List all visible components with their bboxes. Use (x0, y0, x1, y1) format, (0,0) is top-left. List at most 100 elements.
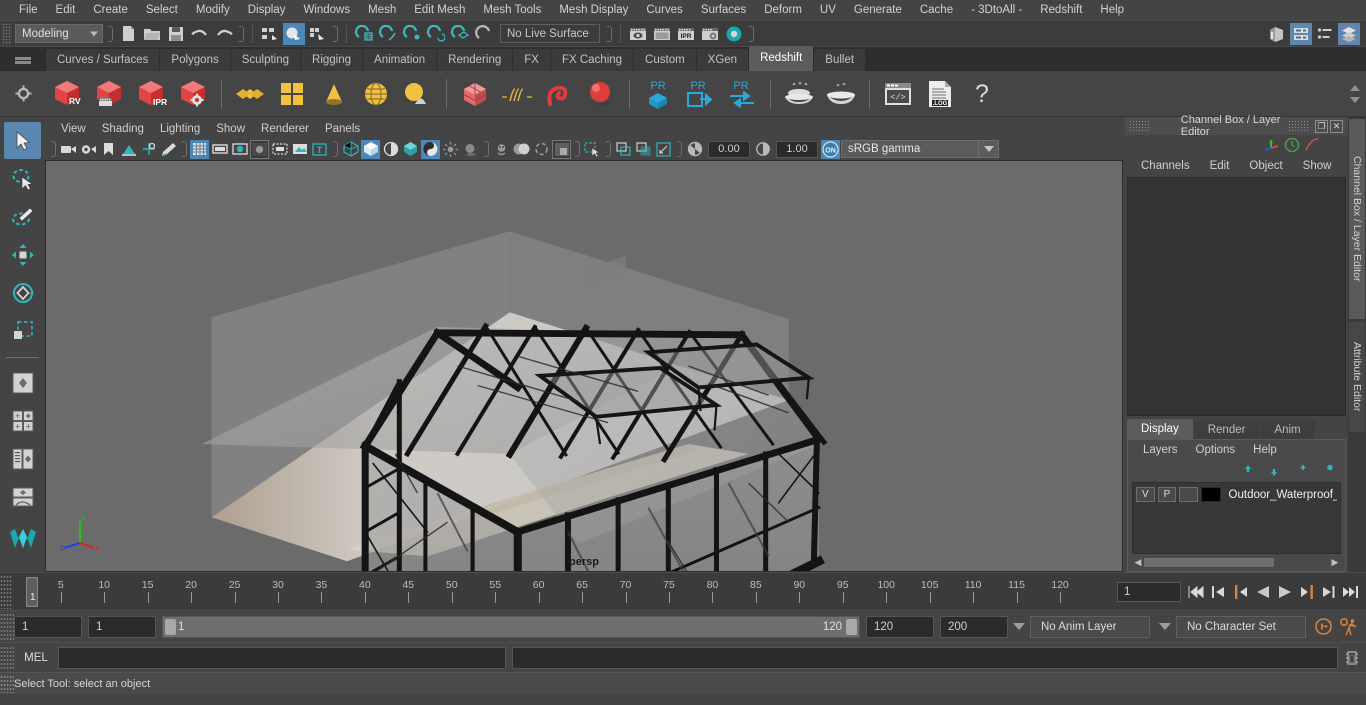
help-icon[interactable]: ? (961, 73, 1003, 115)
range-slider[interactable]: 1 120 (162, 615, 860, 638)
layer-list[interactable]: V P Outdoor_Waterproof_ (1132, 482, 1341, 554)
resolution-gate-icon[interactable] (230, 140, 249, 159)
show-hide-modeling-editors-icon[interactable] (1266, 23, 1288, 45)
layer-playback-toggle[interactable]: P (1157, 487, 1177, 502)
grid-toggle-icon[interactable] (190, 139, 209, 159)
help-line-grip[interactable] (0, 674, 14, 693)
anim-layer-field[interactable]: No Anim Layer (1030, 615, 1150, 638)
redshift-render-view-icon[interactable]: RV (46, 73, 88, 115)
show-hide-tool-settings-icon[interactable] (1314, 23, 1336, 45)
make-live-icon[interactable] (473, 23, 495, 45)
shelf-options-icon[interactable] (0, 85, 46, 102)
polygon-sphere-icon[interactable] (355, 73, 397, 115)
texture-shading-icon[interactable] (401, 140, 420, 159)
undock-icon[interactable]: ❐ (1315, 119, 1328, 133)
menu-item-uv[interactable]: UV (811, 0, 845, 20)
layer-menu-layers[interactable]: Layers (1134, 444, 1187, 456)
range-slider-right-handle[interactable] (846, 618, 857, 635)
pick-walk-icon[interactable] (654, 140, 673, 159)
wireframe-shading-icon[interactable] (341, 140, 360, 159)
panel-menu-panels[interactable]: Panels (317, 123, 368, 135)
lighting-icon[interactable] (441, 140, 460, 159)
panel-menu-renderer[interactable]: Renderer (253, 123, 317, 135)
view-selected-icon[interactable] (614, 140, 633, 159)
redshift-ipr-icon[interactable]: IPR (130, 73, 172, 115)
four-view-layout-button[interactable]: + + + (4, 402, 41, 439)
extrude-edge-icon[interactable] (496, 73, 538, 115)
shelf-scroll-down-icon[interactable] (1350, 96, 1360, 103)
paint-select-tool-button[interactable] (4, 198, 41, 235)
film-gate-icon[interactable] (210, 140, 229, 159)
menu-item-display[interactable]: Display (239, 0, 295, 20)
single-view-layout-button[interactable] (4, 364, 41, 401)
pr-export-icon[interactable]: PR (679, 73, 721, 115)
panel-menu-view[interactable]: View (53, 123, 94, 135)
shelf-tab-xgen[interactable]: XGen (696, 49, 750, 71)
play-forwards-button[interactable] (1275, 582, 1294, 602)
new-scene-icon[interactable] (117, 23, 139, 45)
layer-menu-help[interactable]: Help (1244, 444, 1286, 456)
bookmark-icon[interactable] (99, 140, 118, 159)
playback-end-field[interactable]: 120 (866, 615, 934, 638)
channel-box-content[interactable] (1127, 177, 1346, 416)
play-backwards-button[interactable] (1253, 582, 1272, 602)
add-selected-to-layer-icon[interactable] (1318, 464, 1335, 477)
xray-icon[interactable] (290, 140, 309, 159)
menu-item-file[interactable]: File (10, 0, 47, 20)
shelf-tab-rigging[interactable]: Rigging (301, 49, 364, 71)
shelf-tab-sculpting[interactable]: Sculpting (230, 49, 302, 71)
layer-list-scrollbar[interactable]: ◀ ▶ (1132, 556, 1341, 569)
scale-tool-button[interactable] (4, 312, 41, 349)
pr-proxy-icon[interactable]: PR (637, 73, 679, 115)
exposure-field[interactable]: 0.00 (708, 140, 750, 158)
color-space-dropdown-icon[interactable] (979, 140, 999, 158)
shelf-scroll-arrows[interactable] (1344, 71, 1366, 117)
move-layer-up-icon[interactable] (1240, 464, 1257, 477)
channelbox-menu-show[interactable]: Show (1293, 160, 1342, 172)
command-language-label[interactable]: MEL (14, 652, 58, 664)
layer-shading-toggle[interactable] (1179, 487, 1198, 502)
menu-item-windows[interactable]: Windows (294, 0, 359, 20)
go-to-end-button[interactable] (1341, 582, 1360, 602)
gamma-field[interactable]: 1.00 (776, 140, 818, 158)
select-tool-button[interactable] (4, 122, 41, 159)
panel-menu-shading[interactable]: Shading (94, 123, 152, 135)
layer-visibility-toggle[interactable]: V (1136, 487, 1155, 502)
show-hide-channel-box-icon[interactable] (1338, 22, 1360, 45)
layer-row[interactable]: V P Outdoor_Waterproof_ (1133, 483, 1340, 503)
persp-graph-layout-button[interactable] (4, 478, 41, 515)
add-layer-icon[interactable] (1292, 464, 1309, 477)
camera-settings-icon[interactable] (79, 140, 98, 159)
auto-key-button[interactable] (1310, 617, 1336, 636)
snap-to-point-icon[interactable] (401, 23, 423, 45)
film-gate-mask-icon[interactable] (270, 140, 289, 159)
step-back-button[interactable] (1209, 582, 1228, 602)
shadows-icon[interactable] (461, 140, 480, 159)
animation-start-field[interactable]: 1 (14, 615, 82, 638)
layer-tab-display[interactable]: Display (1127, 419, 1193, 439)
script-editor-button[interactable]: {} (1342, 647, 1362, 669)
shelf-tab-custom[interactable]: Custom (634, 49, 697, 71)
polygon-primitives-icon[interactable] (397, 73, 439, 115)
range-row-grip[interactable] (0, 612, 14, 641)
menu-item-help[interactable]: Help (1091, 0, 1133, 20)
shelf-tab-polygons[interactable]: Polygons (160, 49, 231, 71)
redo-icon[interactable] (213, 23, 235, 45)
channelbox-menu-edit[interactable]: Edit (1200, 160, 1240, 172)
close-icon[interactable]: ✕ (1330, 119, 1343, 133)
anim-layer-dropdown-icon[interactable] (1008, 616, 1030, 638)
range-slider-left-handle[interactable] (165, 618, 176, 635)
ipr-render-icon[interactable]: IPR (675, 23, 697, 45)
menu-item-redshift[interactable]: Redshift (1031, 0, 1091, 20)
graph-curve-icon[interactable] (1304, 137, 1320, 153)
menu-item-mesh-tools[interactable]: Mesh Tools (474, 0, 550, 20)
menu-item-mesh[interactable]: Mesh (359, 0, 405, 20)
gamma-icon[interactable] (753, 140, 772, 159)
redshift-render-sequence-icon[interactable] (88, 73, 130, 115)
save-scene-icon[interactable] (165, 23, 187, 45)
shaded-wireframe-icon[interactable] (381, 140, 400, 159)
current-frame-field[interactable]: 1 (1117, 581, 1181, 602)
menu-item-mesh-display[interactable]: Mesh Display (550, 0, 637, 20)
channelbox-menu-channels[interactable]: Channels (1131, 160, 1200, 172)
select-object-icon[interactable] (283, 22, 305, 45)
